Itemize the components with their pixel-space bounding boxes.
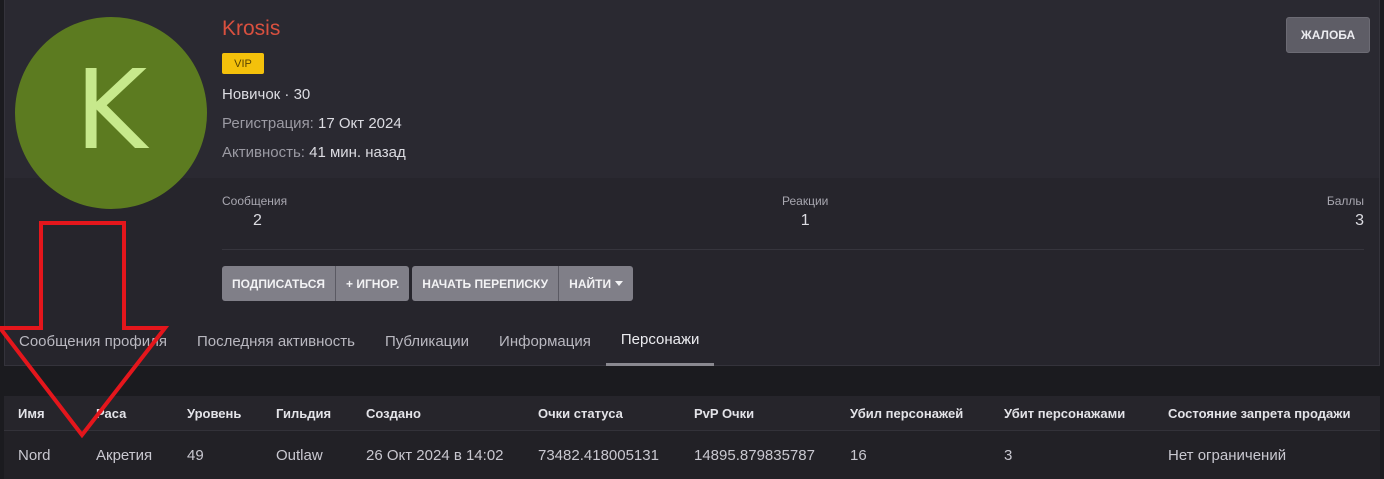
username-link[interactable]: Krosis xyxy=(222,17,280,41)
column-header[interactable]: Раса xyxy=(96,396,126,430)
tab-about[interactable]: Информация xyxy=(484,316,606,366)
characters-table: Имя Раса Уровень Гильдия Создано Очки ст… xyxy=(4,396,1380,479)
stat-messages-label: Сообщения xyxy=(222,194,288,208)
table-row[interactable]: Nord Акретия 49 Outlaw 26 Окт 2024 в 14:… xyxy=(4,432,1380,479)
column-header[interactable]: Убил персонажей xyxy=(850,396,963,430)
stat-reactions-label: Реакции xyxy=(782,194,829,208)
table-header: Имя Раса Уровень Гильдия Создано Очки ст… xyxy=(4,396,1380,431)
stats-row: Сообщения 2 Реакции 1 Баллы 3 xyxy=(222,194,1364,246)
stat-messages-value: 2 xyxy=(253,212,262,229)
table-cell: 16 xyxy=(850,447,867,464)
stat-points-value: 3 xyxy=(1355,212,1364,229)
ignore-button[interactable]: + ИГНОР. xyxy=(335,266,410,301)
column-header[interactable]: Гильдия xyxy=(276,396,331,430)
find-button-label: НАЙТИ xyxy=(569,276,612,291)
tab-profile-posts[interactable]: Сообщения профиля xyxy=(4,316,182,366)
tab-latest-activity[interactable]: Последняя активность xyxy=(182,316,370,366)
action-bar: ПОДПИСАТЬСЯ + ИГНОР. НАЧАТЬ ПЕРЕПИСКУ НА… xyxy=(222,266,636,301)
table-cell: 14895.879835787 xyxy=(694,447,815,464)
stat-points-label: Баллы xyxy=(1326,194,1364,208)
table-cell: Nord xyxy=(18,447,51,464)
stat-reactions[interactable]: Реакции 1 xyxy=(782,194,828,230)
column-header[interactable]: Очки статуса xyxy=(538,396,623,430)
column-header[interactable]: PvP Очки xyxy=(694,396,754,430)
table-cell: Акретия xyxy=(96,447,153,464)
find-button[interactable]: НАЙТИ xyxy=(559,266,634,301)
registration-info: Регистрация: 17 Окт 2024 xyxy=(222,115,402,132)
chevron-down-icon xyxy=(615,281,624,286)
tab-characters[interactable]: Персонажи xyxy=(605,316,715,366)
table-cell: Outlaw xyxy=(276,447,323,464)
registration-value: 17 Окт 2024 xyxy=(318,115,402,132)
follow-button[interactable]: ПОДПИСАТЬСЯ xyxy=(222,266,336,301)
stat-reactions-value: 1 xyxy=(800,212,810,229)
profile-header xyxy=(5,0,1379,178)
contact-button-group: НАЧАТЬ ПЕРЕПИСКУ НАЙТИ xyxy=(412,266,634,301)
table-cell: 49 xyxy=(187,447,204,464)
column-header[interactable]: Создано xyxy=(366,396,421,430)
avatar-letter: K xyxy=(74,46,148,174)
activity-info: Активность: 41 мин. назад xyxy=(222,144,406,161)
start-conversation-button[interactable]: НАЧАТЬ ПЕРЕПИСКУ xyxy=(412,266,560,301)
stat-messages[interactable]: Сообщения 2 xyxy=(222,194,287,230)
table-cell: 26 Окт 2024 в 14:02 xyxy=(366,447,504,464)
registration-label: Регистрация: xyxy=(222,115,314,132)
follow-button-group: ПОДПИСАТЬСЯ + ИГНОР. xyxy=(222,266,410,301)
table-cell: 73482.418005131 xyxy=(538,447,659,464)
column-header[interactable]: Имя xyxy=(18,396,45,430)
stat-points[interactable]: Баллы 3 xyxy=(1327,194,1364,230)
table-cell: Нет ограничений xyxy=(1168,447,1287,464)
avatar[interactable]: K xyxy=(15,17,207,209)
profile-card xyxy=(4,0,1380,366)
vip-badge: VIP xyxy=(222,53,264,74)
activity-label: Активность: xyxy=(222,144,305,161)
activity-value: 41 мин. назад xyxy=(309,144,406,161)
tab-postings[interactable]: Публикации xyxy=(370,316,484,366)
user-rank: Новичок · 30 xyxy=(222,86,311,103)
column-header[interactable]: Состояние запрета продажи xyxy=(1168,396,1350,430)
column-header[interactable]: Убит персонажами xyxy=(1004,396,1125,430)
column-header[interactable]: Уровень xyxy=(187,396,241,430)
profile-tabs: Сообщения профиля Последняя активность П… xyxy=(4,316,715,366)
report-button[interactable]: ЖАЛОБА xyxy=(1286,17,1370,53)
table-cell: 3 xyxy=(1004,447,1013,464)
stats-divider xyxy=(222,249,1364,250)
